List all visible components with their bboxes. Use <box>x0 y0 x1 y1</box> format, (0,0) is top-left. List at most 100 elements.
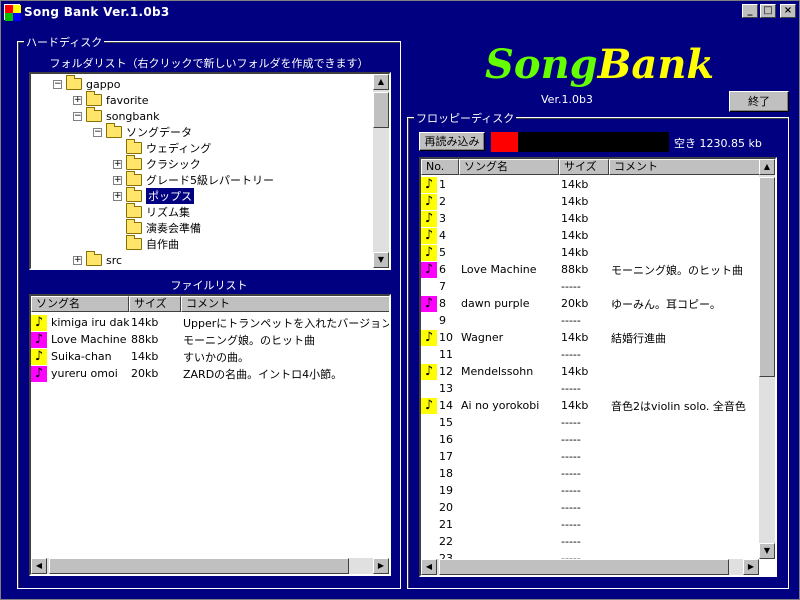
floppy-list-row[interactable]: 9 ----- <box>421 312 759 329</box>
tree-item[interactable]: リズム集 <box>113 203 190 220</box>
music-note-icon <box>421 517 437 533</box>
tree-item[interactable]: + クラシック <box>113 155 201 172</box>
scroll-down-icon[interactable]: ▼ <box>759 543 775 559</box>
scroll-up-icon[interactable]: ▲ <box>759 159 775 175</box>
app-window: Song Bank Ver.1.0b3 _ □ × ハードディスク フォルダリス… <box>0 0 800 600</box>
column-no[interactable]: No. <box>421 159 459 175</box>
tree-expander-icon[interactable]: + <box>113 191 122 201</box>
music-note-icon: ♪ <box>31 348 47 365</box>
tree-expander-icon[interactable]: − <box>73 111 82 121</box>
free-space-label: 空き 1230.85 kb <box>674 137 762 150</box>
folder-tree-scrollbar[interactable]: ▲ ▼ <box>373 74 389 268</box>
floppy-list-row[interactable]: ♪ 6 Love Machine 88kb モーニング娘。のヒット曲 <box>421 261 759 278</box>
floppy-list-row[interactable]: 20 ----- <box>421 499 759 516</box>
file-list-row[interactable]: ♪ Suika-chan 14kb すいかの曲。 <box>31 348 389 365</box>
song-number: 17 <box>439 450 453 463</box>
tree-expander-icon[interactable]: + <box>73 255 82 265</box>
floppy-list-row[interactable]: ♪ 4 14kb <box>421 227 759 244</box>
floppy-list-row[interactable]: 13 ----- <box>421 380 759 397</box>
tree-item[interactable]: − songbank <box>73 107 159 124</box>
music-note-icon <box>421 381 437 397</box>
file-list-row[interactable]: ♪ Love Machine 88kb モーニング娘。のヒット曲 <box>31 331 389 348</box>
tree-item-label: ソングデータ <box>126 126 192 139</box>
file-list-row[interactable]: ♪ kimiga iru dak...14kb Upperにトランペットを入れたバー… <box>31 314 389 331</box>
folder-icon <box>126 139 142 154</box>
tree-item[interactable]: + ポップス <box>113 187 194 204</box>
column-song-name[interactable]: ソング名 <box>459 159 559 175</box>
column-size[interactable]: サイズ <box>559 159 609 175</box>
tree-expander-icon[interactable]: + <box>73 95 82 105</box>
tree-item[interactable]: + src <box>73 251 122 268</box>
scroll-thumb[interactable] <box>759 177 775 377</box>
song-number: 6 <box>439 263 446 276</box>
song-number: 5 <box>439 246 446 259</box>
floppy-list-row[interactable]: 17 ----- <box>421 448 759 465</box>
scroll-up-icon[interactable]: ▲ <box>373 74 389 90</box>
floppy-song-list[interactable]: No. ソング名 サイズ コメント ♪ 1 14kb ♪ 2 14kb ♪ 3 14kb ♪ 4 14… <box>419 157 777 577</box>
song-size: 14kb <box>561 178 589 191</box>
column-comment[interactable]: コメント <box>181 296 389 312</box>
floppy-list-vscrollbar[interactable]: ▲ ▼ <box>759 159 775 559</box>
scroll-thumb[interactable] <box>49 558 349 574</box>
song-number: 13 <box>439 382 453 395</box>
maximize-button[interactable]: □ <box>760 4 776 18</box>
scroll-thumb[interactable] <box>439 559 729 575</box>
floppy-list-row[interactable]: ♪ 8 dawn purple 20kb ゆーみん。耳コピー。 <box>421 295 759 312</box>
scroll-left-icon[interactable]: ◀ <box>421 559 437 575</box>
title-bar[interactable]: Song Bank Ver.1.0b3 _ □ × <box>1 1 799 23</box>
file-list-hscrollbar[interactable]: ◀ ▶ <box>31 558 389 574</box>
scroll-thumb[interactable] <box>373 92 389 128</box>
scroll-down-icon[interactable]: ▼ <box>373 252 389 268</box>
tree-item[interactable]: − ソングデータ <box>93 123 192 140</box>
floppy-list-row[interactable]: 18 ----- <box>421 465 759 482</box>
song-name: Love Machine <box>51 333 127 346</box>
floppy-list-row[interactable]: 21 ----- <box>421 516 759 533</box>
scroll-right-icon[interactable]: ▶ <box>373 558 389 574</box>
floppy-list-row[interactable]: 16 ----- <box>421 431 759 448</box>
scroll-left-icon[interactable]: ◀ <box>31 558 47 574</box>
floppy-list-row[interactable]: ♪ 3 14kb <box>421 210 759 227</box>
tree-expander-icon[interactable]: + <box>113 159 122 169</box>
song-size: ----- <box>561 484 581 497</box>
song-size: ----- <box>561 450 581 463</box>
exit-button[interactable]: 終了 <box>729 91 789 112</box>
column-song-name[interactable]: ソング名 <box>31 296 129 312</box>
floppy-list-row[interactable]: 11 ----- <box>421 346 759 363</box>
floppy-list-row[interactable]: ♪ 5 14kb <box>421 244 759 261</box>
tree-expander-icon[interactable]: − <box>53 79 62 89</box>
tree-item[interactable]: − gappo <box>53 75 120 92</box>
file-list-row[interactable]: ♪ yureru omoi 20kb ZARDの名曲。イントロ4小節。 <box>31 365 389 382</box>
song-name: dawn purple <box>461 297 530 310</box>
minimize-button[interactable]: _ <box>742 4 758 18</box>
tree-item[interactable]: ウェディング <box>113 139 211 156</box>
floppy-list-row[interactable]: ♪ 14 Ai no yorokobi 14kb 音色2はviolin solo. 全音… <box>421 397 759 414</box>
floppy-list-row[interactable]: ♪ 10 Wagner 14kb 結婚行進曲 <box>421 329 759 346</box>
floppy-list-row[interactable]: ♪ 2 14kb <box>421 193 759 210</box>
floppy-list-row[interactable]: 15 ----- <box>421 414 759 431</box>
music-note-icon: ♪ <box>421 261 437 278</box>
floppy-list-row[interactable]: ♪ 1 14kb <box>421 176 759 193</box>
tree-expander-icon[interactable]: − <box>93 127 102 137</box>
tree-expander-icon[interactable]: + <box>113 175 122 185</box>
tree-item[interactable]: + グレード5級レパートリー <box>113 171 274 188</box>
tree-item[interactable]: 自作曲 <box>113 235 179 252</box>
column-size[interactable]: サイズ <box>129 296 181 312</box>
floppy-list-row[interactable]: 22 ----- <box>421 533 759 550</box>
tree-item[interactable]: 演奏会準備 <box>113 219 201 236</box>
scroll-right-icon[interactable]: ▶ <box>743 559 759 575</box>
file-list[interactable]: ソング名 サイズ コメント ♪kimiga iru dak...14kbUppe… <box>29 294 391 576</box>
close-button[interactable]: × <box>780 4 796 18</box>
floppy-list-row[interactable]: 7 ----- <box>421 278 759 295</box>
folder-tree[interactable]: − gappo + favorite − songbank − ソングデータ ウェディング + クラ… <box>29 72 391 270</box>
song-comment: 結婚行進曲 <box>611 331 666 345</box>
song-name: yureru omoi <box>51 367 118 380</box>
song-size: ----- <box>561 433 581 446</box>
floppy-list-row[interactable]: ♪ 12 Mendelssohn 14kb <box>421 363 759 380</box>
song-name: Suika-chan <box>51 350 112 363</box>
tree-item[interactable]: + favorite <box>73 91 149 108</box>
floppy-list-hscrollbar[interactable]: ◀ ▶ <box>421 559 759 575</box>
column-comment[interactable]: コメント <box>609 159 761 175</box>
reload-button[interactable]: 再読み込み <box>419 132 485 151</box>
floppy-list-row[interactable]: 19 ----- <box>421 482 759 499</box>
file-list-caption: ファイルリスト <box>170 279 248 292</box>
